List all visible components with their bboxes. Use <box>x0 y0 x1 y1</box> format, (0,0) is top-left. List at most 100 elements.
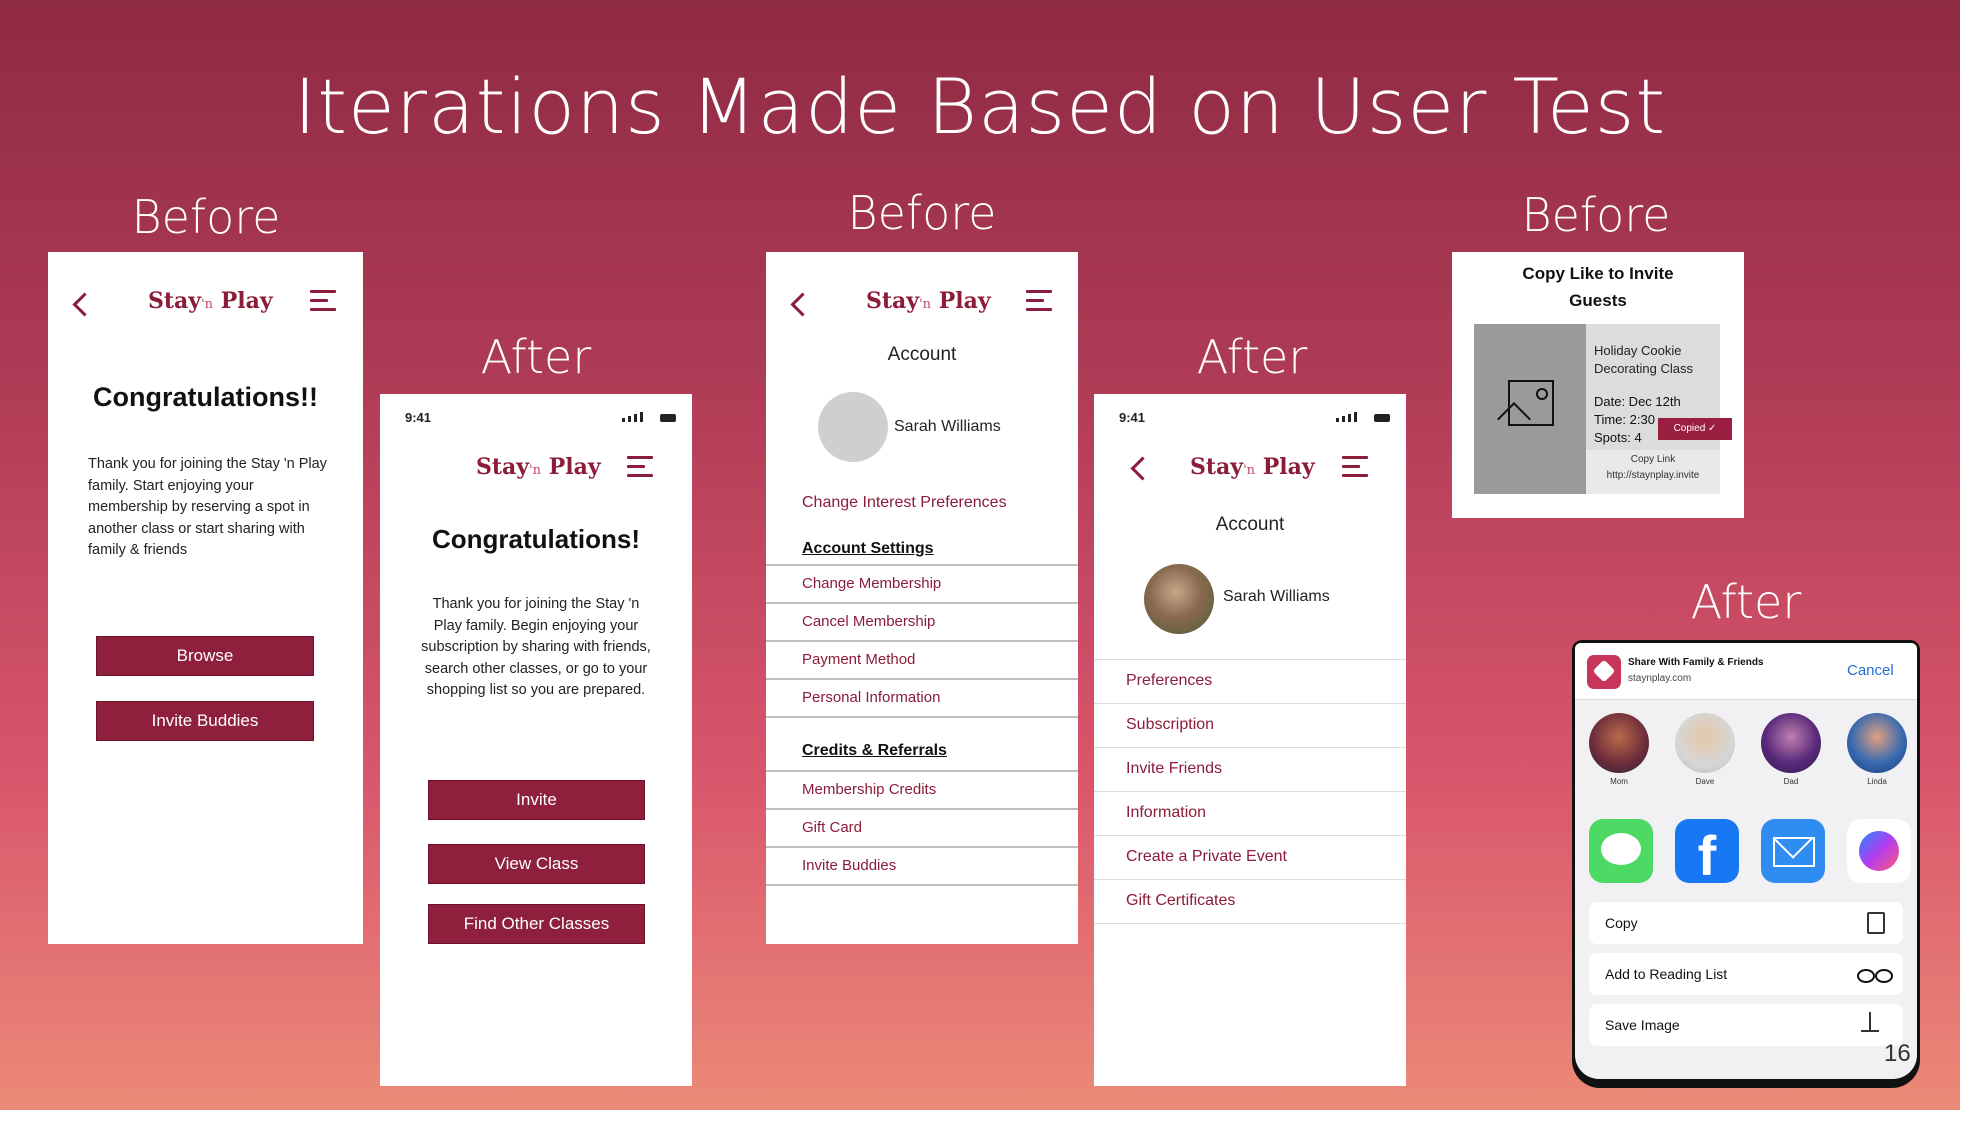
brand-logo: Stay'n Play <box>866 288 991 314</box>
brand-logo: Stay'n Play <box>148 288 273 314</box>
back-arrow-icon[interactable] <box>1130 456 1155 481</box>
class-time: Time: 2:30 <box>1594 412 1655 427</box>
contact-label: Mom <box>1610 777 1628 786</box>
contact-avatar-linda[interactable] <box>1847 713 1907 773</box>
status-time: 9:41 <box>1119 410 1146 425</box>
signal-icon <box>1336 412 1357 422</box>
brand-logo: Stay'n Play <box>1190 454 1315 480</box>
label-before-3: Before <box>1521 188 1671 242</box>
invite-title: Copy Like to Invite Guests <box>1522 264 1674 310</box>
menu-item-label: Subscription <box>1126 716 1215 733</box>
messages-icon[interactable] <box>1589 819 1653 883</box>
brand-play: Play <box>548 454 601 480</box>
invite-buddies-button[interactable]: Invite Buddies <box>96 701 314 741</box>
menu-item-label: Gift Certificates <box>1126 892 1236 909</box>
contact-avatar-dad[interactable] <box>1761 713 1821 773</box>
menu-item[interactable]: Invite Friends <box>1094 748 1406 792</box>
contact-avatar-dave[interactable] <box>1675 713 1735 773</box>
browse-button[interactable]: Browse <box>96 636 314 676</box>
copy-action[interactable]: Copy <box>1589 902 1903 944</box>
label-before-2: Before <box>847 186 997 240</box>
menu-item[interactable]: Cancel Membership <box>766 604 1078 642</box>
screen-after-account: 9:41 Stay'n Play Account Sarah Williams … <box>1094 394 1406 1086</box>
cancel-button[interactable]: Cancel <box>1847 662 1894 679</box>
menu-item-label: Gift Card <box>802 819 863 836</box>
contact-avatar-mom[interactable] <box>1589 713 1649 773</box>
change-interest-preferences-link[interactable]: Change Interest Preferences <box>802 494 1007 512</box>
copy-icon <box>1867 912 1885 934</box>
class-date: Date: Dec 12th <box>1594 394 1681 409</box>
copy-link-button[interactable]: Copy Link <box>1586 454 1720 465</box>
menu-item[interactable]: Personal Information <box>766 680 1078 718</box>
section-credits-referrals: Credits & Referrals <box>766 734 1078 772</box>
facebook-icon[interactable]: f <box>1675 819 1739 883</box>
mail-icon[interactable] <box>1761 819 1825 883</box>
congrats-body: Thank you for joining the Stay 'n Play f… <box>88 456 327 558</box>
back-arrow-icon[interactable] <box>72 292 97 317</box>
menu-item[interactable]: Subscription <box>1094 704 1406 748</box>
image-placeholder-icon <box>1497 380 1554 436</box>
menu-item-label: Invite Friends <box>1126 760 1223 777</box>
section-title: Credits & Referrals <box>802 742 947 759</box>
menu-item[interactable]: Gift Card <box>766 810 1078 848</box>
view-class-button[interactable]: View Class <box>428 844 645 884</box>
menu-item-label: Membership Credits <box>802 781 937 798</box>
share-domain: staynplay.com <box>1628 673 1692 684</box>
battery-icon <box>1374 414 1390 422</box>
menu-item-label: Payment Method <box>802 651 916 668</box>
copied-badge: Copied ✓ <box>1658 418 1732 440</box>
contact-label: Dad <box>1783 777 1799 786</box>
invite-button[interactable]: Invite <box>428 780 645 820</box>
signal-icon <box>622 412 643 422</box>
brand-play: Play <box>938 288 991 314</box>
page-number: 16 <box>1884 1040 1911 1067</box>
battery-icon <box>660 414 676 422</box>
menu-item[interactable]: Information <box>1094 792 1406 836</box>
menu-item[interactable]: Membership Credits <box>766 772 1078 810</box>
section-account-settings: Account Settings <box>766 534 1078 566</box>
slide-title: Iterations Made Based on User Test <box>293 62 1667 151</box>
screen-before-account: Stay'n Play Account Sarah Williams Chang… <box>766 252 1078 944</box>
find-other-classes-button[interactable]: Find Other Classes <box>428 904 645 944</box>
messenger-icon[interactable] <box>1847 819 1911 883</box>
congrats-heading: Congratulations! <box>432 524 640 554</box>
brand-n: 'n <box>919 297 932 312</box>
menu-item[interactable]: Preferences <box>1094 660 1406 704</box>
congrats-heading: Congratulations!! <box>93 382 318 412</box>
menu-item-label: Create a Private Event <box>1126 848 1287 865</box>
class-spots: Spots: 4 <box>1594 430 1642 445</box>
menu-item-label: Information <box>1126 804 1207 821</box>
hamburger-menu-icon[interactable] <box>627 456 653 483</box>
class-image <box>1474 324 1586 494</box>
save-image-action[interactable]: Save Image <box>1589 1004 1903 1046</box>
menu-item-label: Preferences <box>1126 672 1213 689</box>
menu-item[interactable]: Change Membership <box>766 566 1078 604</box>
app-icon <box>1587 655 1621 689</box>
label-before-1: Before <box>131 190 281 244</box>
add-to-reading-list-action[interactable]: Add to Reading List <box>1589 953 1903 995</box>
glasses-icon <box>1857 969 1875 983</box>
brand-play: Play <box>220 288 273 314</box>
avatar <box>1144 564 1214 634</box>
menu-item[interactable]: Invite Buddies <box>766 848 1078 886</box>
menu-item[interactable]: Create a Private Event <box>1094 836 1406 880</box>
download-icon <box>1869 1012 1871 1030</box>
brand-play: Play <box>1262 454 1315 480</box>
hamburger-menu-icon[interactable] <box>1342 456 1368 483</box>
share-title: Share With Family & Friends <box>1628 657 1764 668</box>
user-name: Sarah Williams <box>1223 588 1330 605</box>
menu-item-label: Change Membership <box>802 575 942 592</box>
back-arrow-icon[interactable] <box>790 292 815 317</box>
contact-label: Linda <box>1867 777 1887 786</box>
screen-before-congrats: Stay'n Play Congratulations!! Thank you … <box>48 252 363 944</box>
brand-n: 'n <box>201 297 214 312</box>
hamburger-menu-icon[interactable] <box>1026 290 1052 317</box>
hamburger-menu-icon[interactable] <box>310 290 336 317</box>
menu-item[interactable]: Gift Certificates <box>1094 880 1406 924</box>
menu-item[interactable]: Payment Method <box>766 642 1078 680</box>
share-sheet-frame: Share With Family & Friends staynplay.co… <box>1572 640 1920 1088</box>
contact-label: Dave <box>1695 777 1715 786</box>
brand-stay: Stay <box>148 288 202 314</box>
congrats-body: Thank you for joining the Stay 'n Play f… <box>421 596 651 698</box>
account-heading: Account <box>887 344 957 365</box>
